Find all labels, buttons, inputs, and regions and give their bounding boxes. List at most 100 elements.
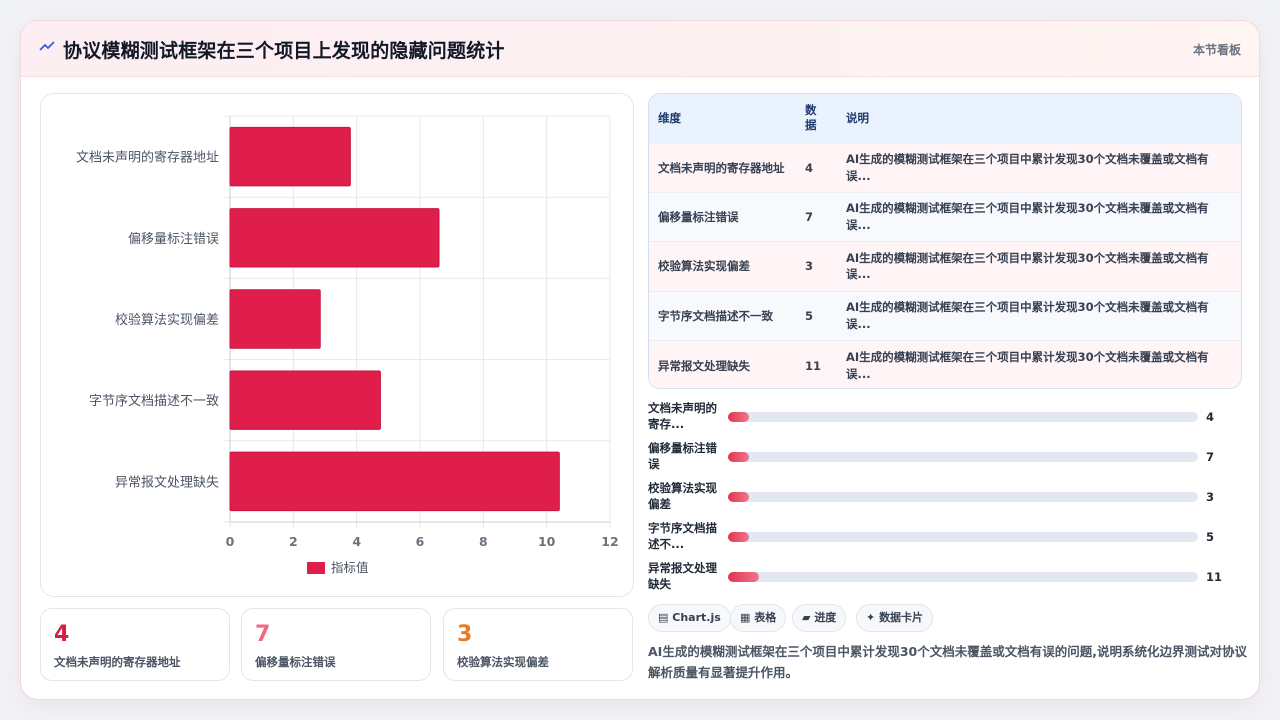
progress-track: [728, 452, 1198, 462]
legend-label: 指标值: [331, 560, 369, 575]
progress-label: 字节序文档描述不...: [648, 521, 717, 551]
bar-chart-card: 0 2 4 6 8 10 12 文档未声明的寄存器地址 偏移量标注错误 校验算法实现偏差 字节序文档…: [40, 93, 634, 597]
y-tick-label: 偏移量标注错误: [128, 232, 219, 247]
progress-value: 4: [1206, 410, 1215, 424]
row-value: 5: [796, 290, 837, 341]
progress-label: 文档未声明的寄存...: [648, 401, 717, 431]
table-row: 偏移量标注错误 7 AI生成的模糊测试框架在三个项目中累计发现30个文档未覆盖或…: [649, 191, 1241, 242]
chip-progress[interactable]: ▰ 进度: [792, 604, 847, 632]
stat-label: 校验算法实现偏差: [457, 655, 549, 669]
table-icon: ▦: [740, 611, 751, 624]
row-description: AI生成的模糊测试框架在三个项目中累计发现30个文档未覆盖或文档有 误...: [837, 142, 1241, 193]
y-tick-label: 异常报文处理缺失: [115, 475, 219, 490]
chip-label: 数据卡片: [879, 611, 924, 624]
chip-label: Chart.js: [672, 611, 721, 624]
x-tick-label: 10: [538, 534, 556, 549]
progress-value: 3: [1206, 490, 1215, 504]
stat-label: 偏移量标注错误: [255, 655, 336, 669]
progress-row: 文档未声明的寄存... 4: [648, 400, 1242, 436]
card-icon: ✦: [866, 611, 876, 624]
y-tick-label: 字节序文档描述不一致: [89, 394, 219, 409]
progress-value: 5: [1206, 530, 1215, 544]
x-tick-label: 4: [352, 534, 361, 549]
row-description: AI生成的模糊测试框架在三个项目中累计发现30个文档未覆盖或文档有 误...: [837, 340, 1241, 388]
progress-row: 偏移量标注错误 7: [648, 440, 1242, 476]
progress-row: 校验算法实现偏差 3: [648, 480, 1242, 516]
stat-card: 4 文档未声明的寄存器地址: [40, 608, 230, 681]
desc-line: 误...: [846, 267, 871, 282]
bar: [229, 370, 381, 430]
desc-line: AI生成的模糊测试框架在三个项目中累计发现30个文档未覆盖或文档有: [846, 152, 1209, 167]
stat-value: 3: [457, 622, 473, 647]
progress-label: 异常报文处理缺失: [648, 561, 717, 591]
desc-line: 误...: [846, 366, 871, 381]
progress-fill: [728, 452, 750, 462]
desc-line: 误...: [846, 316, 871, 331]
bar: [229, 208, 440, 268]
progress-track: [728, 572, 1198, 582]
trend-icon: [39, 41, 55, 51]
desc-line: AI生成的模糊测试框架在三个项目中累计发现30个文档未覆盖或文档有: [846, 201, 1209, 216]
progress-label: 校验算法实现偏差: [648, 481, 717, 511]
chip-label: 表格: [754, 611, 777, 624]
chip-chartjs[interactable]: ▤ Chart.js: [648, 604, 731, 632]
table-row: 校验算法实现偏差 3 AI生成的模糊测试框架在三个项目中累计发现30个文档未覆盖…: [649, 241, 1241, 292]
chip-label: 进度: [814, 611, 837, 624]
row-description: AI生成的模糊测试框架在三个项目中累计发现30个文档未覆盖或文档有 误...: [837, 241, 1241, 292]
x-tick-label: 2: [289, 534, 298, 549]
bar: [229, 289, 321, 349]
progress-fill: [728, 572, 759, 582]
row-dimension: 异常报文处理缺失: [649, 340, 796, 388]
stat-card: 7 偏移量标注错误: [241, 608, 431, 681]
x-tick-label: 0: [226, 534, 235, 549]
progress-row: 异常报文处理缺失 11: [648, 560, 1242, 596]
desc-line: AI生成的模糊测试框架在三个项目中累计发现30个文档未覆盖或文档有: [846, 349, 1209, 364]
bar: [229, 126, 351, 187]
chip-table[interactable]: ▦ 表格: [730, 604, 787, 632]
row-dimension: 文档未声明的寄存器地址: [649, 142, 796, 193]
progress-fill: [728, 492, 750, 502]
chip-data-card[interactable]: ✦ 数据卡片: [856, 604, 934, 632]
dashboard-frame: 协议模糊测试框架在三个项目上发现的隐藏问题统计 本节看板 0 2 4 6 8 10 12 文档…: [20, 20, 1260, 700]
row-description: AI生成的模糊测试框架在三个项目中累计发现30个文档未覆盖或文档有 误...: [837, 290, 1241, 341]
data-table: 维度 数据 说明 文档未声明的寄存器地址 4 AI生成的模糊测试框架在三个项目中…: [649, 94, 1241, 388]
row-value: 7: [796, 191, 837, 242]
row-dimension: 偏移量标注错误: [649, 191, 796, 242]
column-header-data: 数据: [796, 94, 837, 143]
row-description: AI生成的模糊测试框架在三个项目中累计发现30个文档未覆盖或文档有 误...: [837, 191, 1241, 242]
row-value: 11: [796, 340, 837, 388]
column-header-data-text: 数据: [805, 103, 817, 133]
progress-value: 7: [1206, 450, 1215, 464]
column-header-description: 说明: [837, 94, 1241, 143]
progress-value: 11: [1206, 570, 1223, 584]
desc-line: AI生成的模糊测试框架在三个项目中累计发现30个文档未覆盖或文档有: [846, 250, 1209, 265]
y-tick-label: 校验算法实现偏差: [115, 312, 219, 328]
x-tick-label: 12: [601, 534, 618, 549]
desc-line: 误...: [846, 168, 871, 183]
row-value: 4: [796, 142, 837, 193]
x-tick-label: 6: [416, 534, 425, 549]
progress-icon: ▰: [802, 611, 811, 624]
row-dimension: 校验算法实现偏差: [649, 241, 796, 292]
table-row: 文档未声明的寄存器地址 4 AI生成的模糊测试框架在三个项目中累计发现30个文档…: [649, 142, 1241, 193]
summary-text: AI生成的模糊测试框架在三个项目中累计发现30个文档未覆盖或文档有误的问题,说明…: [648, 644, 1247, 680]
progress-label: 偏移量标注错误: [648, 441, 717, 471]
data-table-card: 维度 数据 说明 文档未声明的寄存器地址 4 AI生成的模糊测试框架在三个项目中…: [648, 93, 1242, 389]
stat-label: 文档未声明的寄存器地址: [54, 655, 181, 669]
header-bar: 协议模糊测试框架在三个项目上发现的隐藏问题统计 本节看板: [21, 21, 1259, 77]
row-dimension: 字节序文档描述不一致: [649, 290, 796, 341]
section-board-label: 本节看板: [1192, 43, 1241, 57]
column-header-dimension: 维度: [649, 94, 796, 143]
progress-fill: [728, 532, 750, 542]
page-title: 协议模糊测试框架在三个项目上发现的隐藏问题统计: [63, 40, 505, 62]
legend-swatch: [307, 562, 325, 574]
table-row: 异常报文处理缺失 11 AI生成的模糊测试框架在三个项目中累计发现30个文档未覆…: [649, 340, 1241, 388]
desc-line: 误...: [846, 218, 871, 233]
table-header-row: 维度 数据 说明: [649, 94, 1241, 143]
table-row: 字节序文档描述不一致 5 AI生成的模糊测试框架在三个项目中累计发现30个文档未…: [649, 290, 1241, 341]
progress-track: [728, 412, 1198, 422]
row-value: 3: [796, 241, 837, 292]
x-tick-label: 8: [479, 534, 488, 549]
stat-value: 7: [255, 622, 271, 647]
progress-row: 字节序文档描述不... 5: [648, 520, 1242, 556]
